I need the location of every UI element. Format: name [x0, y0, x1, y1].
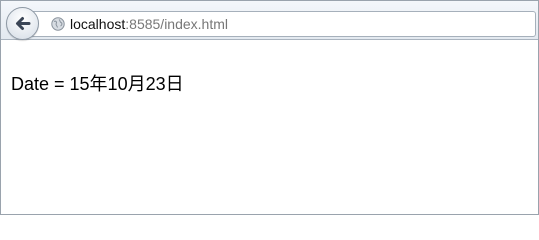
globe-icon	[51, 17, 65, 31]
browser-window: localhost:8585/index.html Date = 15年10月2…	[0, 0, 539, 215]
date-text: Date = 15年10月23日	[11, 74, 184, 94]
url-path: :8585/index.html	[125, 16, 228, 32]
address-bar[interactable]: localhost:8585/index.html	[29, 11, 536, 37]
page-content: Date = 15年10月23日	[1, 40, 538, 214]
browser-toolbar: localhost:8585/index.html	[1, 1, 538, 40]
url-host: localhost	[70, 16, 126, 32]
back-button[interactable]	[6, 7, 39, 40]
url-text[interactable]: localhost:8585/index.html	[70, 16, 228, 32]
back-arrow-icon	[16, 17, 31, 30]
